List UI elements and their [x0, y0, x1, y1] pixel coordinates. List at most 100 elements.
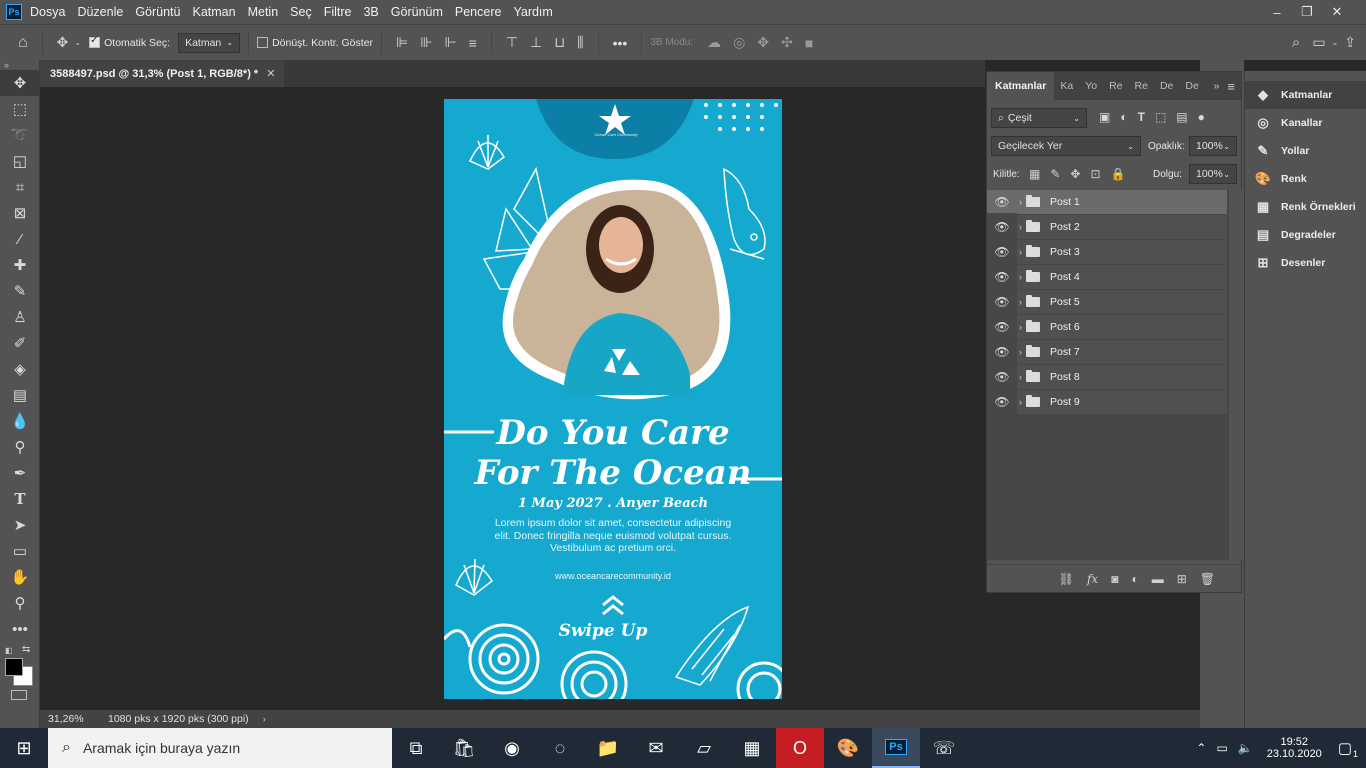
lock-position-icon[interactable]: ✥ [1070, 167, 1080, 181]
move-tool-icon[interactable]: ✥ [57, 34, 69, 51]
tab-de-1[interactable]: De [1154, 80, 1179, 92]
zoom-level[interactable]: 31,26% [40, 713, 90, 725]
panel-channels-button[interactable]: ◎ Kanallar [1245, 109, 1366, 137]
expand-chevron-icon[interactable]: › [1019, 297, 1022, 307]
lock-all-icon[interactable]: 🔒 [1111, 167, 1126, 181]
layer-row[interactable]: 👁 › Post 7 [987, 339, 1227, 364]
chevron-down-icon[interactable]: ⌄ [74, 38, 81, 47]
distribute-icon[interactable]: ≡ [469, 35, 477, 51]
add-mask-icon[interactable]: ◙ [1111, 572, 1118, 586]
menu-file[interactable]: Dosya [30, 5, 65, 19]
layer-row[interactable]: 👁 › Post 3 [987, 239, 1227, 264]
mail-icon[interactable]: ✉ [632, 728, 680, 768]
layer-row[interactable]: 👁 › Post 8 [987, 364, 1227, 389]
align-bottom-icon[interactable]: ⊔ [554, 34, 565, 51]
volume-icon[interactable]: 🔈 [1238, 741, 1253, 755]
windows-start-icon[interactable]: ⊞ [0, 728, 48, 768]
visibility-eye-icon[interactable]: 👁 [987, 345, 1017, 359]
lasso-tool-icon[interactable]: ➰ [0, 122, 40, 148]
close-window-button[interactable]: ✕ [1322, 4, 1352, 20]
layer-row[interactable]: 👁 › Post 4 [987, 264, 1227, 289]
battery-icon[interactable]: ▭ [1216, 741, 1227, 755]
paint-icon[interactable]: 🎨 [824, 728, 872, 768]
marquee-tool-icon[interactable]: ⬚ [0, 96, 40, 122]
document-canvas[interactable]: Do You Care For The Ocean 1 May 2027 . A… [444, 99, 782, 699]
object-select-tool-icon[interactable]: ◱ [0, 148, 40, 174]
calculator-icon[interactable]: ▦ [728, 728, 776, 768]
visibility-eye-icon[interactable]: 👁 [987, 220, 1017, 234]
panel-paths-button[interactable]: ✎ Yollar [1245, 137, 1366, 165]
quick-mask-icon[interactable] [11, 690, 27, 700]
file-explorer-icon[interactable]: 📁 [584, 728, 632, 768]
3d-scale-icon[interactable]: ■ [805, 35, 813, 51]
panel-swatches-button[interactable]: ▦ Renk Örnekleri [1245, 193, 1366, 221]
expand-chevron-icon[interactable]: › [1019, 222, 1022, 232]
menu-image[interactable]: Görüntü [135, 5, 180, 19]
expand-chevron-icon[interactable]: › [1019, 322, 1022, 332]
panel-layers-button[interactable]: ◆ Katmanlar [1245, 81, 1366, 109]
layer-row[interactable]: 👁 › Post 5 [987, 289, 1227, 314]
expand-chevron-icon[interactable]: › [1019, 197, 1022, 207]
type-filter-icon[interactable]: T [1138, 110, 1145, 124]
smart-object-filter-icon[interactable]: ▤ [1176, 110, 1187, 124]
task-view-icon[interactable]: ⧉ [392, 728, 440, 768]
align-top-icon[interactable]: ⊤ [506, 34, 518, 51]
filter-toggle-icon[interactable]: ● [1198, 110, 1205, 124]
3d-orbit-icon[interactable]: ☁ [707, 34, 721, 51]
panel-patterns-button[interactable]: ⊞ Desenler [1245, 249, 1366, 277]
menu-3d[interactable]: 3B [363, 5, 378, 19]
whatsapp-icon[interactable]: ☏ [920, 728, 968, 768]
visibility-eye-icon[interactable]: 👁 [987, 320, 1017, 334]
type-tool-icon[interactable]: T [0, 486, 40, 512]
path-select-tool-icon[interactable]: ➤ [0, 512, 40, 538]
layer-filter-dropdown[interactable]: ⌕ Çeşit ⌄ [991, 108, 1087, 128]
search-icon[interactable]: ⌕ [1292, 34, 1300, 51]
align-right-icon[interactable]: ⊩ [444, 34, 456, 51]
status-menu-chevron-icon[interactable]: › [263, 714, 266, 724]
default-colors-icon[interactable]: ◧ [5, 646, 13, 655]
pixel-filter-icon[interactable]: ▣ [1099, 110, 1110, 124]
crop-tool-icon[interactable]: ⌗ [0, 174, 40, 200]
stamp-tool-icon[interactable]: ♙ [0, 304, 40, 330]
link-layers-icon[interactable]: ⛓ [1059, 572, 1074, 586]
tab-layers[interactable]: Katmanlar [987, 72, 1055, 100]
distribute-vertical-icon[interactable]: ⫼ [577, 34, 583, 51]
brush-tool-icon[interactable]: ✎ [0, 278, 40, 304]
move-tool-icon[interactable]: ✥ [0, 70, 40, 96]
3d-pan-icon[interactable]: ✥ [757, 34, 769, 51]
lock-pixels-icon[interactable]: ✎ [1050, 167, 1060, 181]
share-icon[interactable]: ⇪ [1344, 34, 1356, 51]
panel-menu-icon[interactable]: ≡ [1227, 79, 1235, 94]
history-brush-tool-icon[interactable]: ✐ [0, 330, 40, 356]
auto-select-dropdown[interactable]: Katman ⌄ [178, 32, 241, 53]
shape-filter-icon[interactable]: ⬚ [1155, 110, 1166, 124]
layer-row[interactable]: 👁 › Post 9 [987, 389, 1227, 414]
menu-help[interactable]: Yardım [513, 5, 552, 19]
opacity-input[interactable]: 100% ⌄ [1189, 136, 1237, 156]
visibility-eye-icon[interactable]: 👁 [987, 370, 1017, 384]
hand-tool-icon[interactable]: ✋ [0, 564, 40, 590]
frame-tool-icon[interactable]: ⊠ [0, 200, 40, 226]
layer-row[interactable]: 👁 › Post 2 [987, 214, 1227, 239]
home-icon[interactable]: ⌂ [18, 34, 28, 52]
foreground-color-swatch[interactable] [5, 658, 23, 676]
menu-type[interactable]: Metin [248, 5, 279, 19]
visibility-eye-icon[interactable]: 👁 [987, 195, 1017, 209]
restore-button[interactable]: ❐ [1292, 4, 1322, 20]
tab-channels[interactable]: Ka [1054, 80, 1079, 92]
tab-re-1[interactable]: Re [1103, 80, 1128, 92]
tray-chevron-up-icon[interactable]: ⌃ [1196, 741, 1206, 755]
tab-re-2[interactable]: Re [1129, 80, 1154, 92]
visibility-eye-icon[interactable]: 👁 [987, 295, 1017, 309]
eraser-tool-icon[interactable]: ◈ [0, 356, 40, 382]
align-left-icon[interactable]: ⊫ [396, 34, 408, 51]
new-layer-icon[interactable]: ⊞ [1177, 572, 1187, 586]
close-tab-icon[interactable]: ✕ [266, 67, 275, 80]
visibility-eye-icon[interactable]: 👁 [987, 395, 1017, 409]
more-options-button[interactable]: ••• [613, 35, 628, 51]
notes-app-icon[interactable]: ▱ [680, 728, 728, 768]
tab-paths[interactable]: Yo [1079, 80, 1103, 92]
new-group-folder-icon[interactable]: ▬ [1152, 572, 1164, 586]
expand-chevron-icon[interactable]: › [1019, 397, 1022, 407]
chevron-down-icon[interactable]: ⌄ [1332, 38, 1339, 47]
